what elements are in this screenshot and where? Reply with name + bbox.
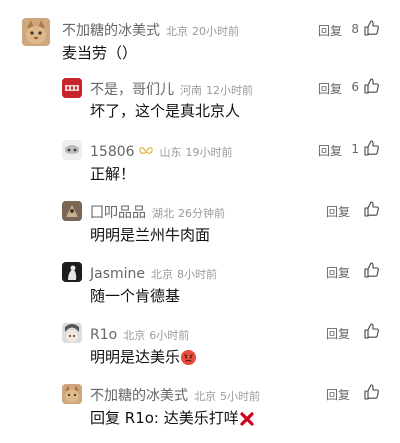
reply-button[interactable]: 回复 xyxy=(326,386,350,403)
thumbs-up-icon[interactable] xyxy=(363,323,379,339)
thumbs-up-icon[interactable] xyxy=(363,78,379,94)
comment-text[interactable]: 明明是兰州牛肉面 xyxy=(90,224,210,245)
comment-meta: 15806 山东 19小时前 xyxy=(90,141,233,160)
reply-button[interactable]: 回复 xyxy=(326,264,350,281)
timestamp: 8小时前 xyxy=(177,268,218,281)
angry-face-emoji xyxy=(180,349,197,366)
avatar[interactable] xyxy=(62,201,82,221)
cat-avatar-icon xyxy=(22,18,50,46)
location: 北京 xyxy=(166,25,188,38)
avatar[interactable] xyxy=(62,323,82,343)
username[interactable]: 15806 xyxy=(90,144,135,160)
avatar[interactable] xyxy=(22,18,50,46)
comment-text[interactable]: 回复 R1o: 达美乐打咩 xyxy=(90,407,255,428)
like-count: 6 xyxy=(351,80,359,94)
location: 北京 xyxy=(123,329,146,342)
timestamp: 12小时前 xyxy=(206,84,253,97)
avatar[interactable] xyxy=(62,140,82,160)
location: 北京 xyxy=(151,268,174,281)
username[interactable]: 不是，哥们儿 xyxy=(90,82,174,98)
thumbs-up-icon[interactable] xyxy=(363,262,379,278)
comment-text-content: 回复 R1o: 达美乐打咩 xyxy=(90,409,239,427)
comment-top: 不加糖的冰美式 北京 20小时前 麦当劳（） 回复 8 xyxy=(0,0,400,90)
location: 湖北 xyxy=(152,207,174,220)
username[interactable]: 囗叩品品 xyxy=(90,205,146,221)
comment-text[interactable]: 坏了，这个是真北京人 xyxy=(90,100,240,121)
timestamp: 20小时前 xyxy=(192,25,239,38)
avatar[interactable] xyxy=(62,262,82,282)
comment-meta: 不加糖的冰美式 北京 5小时前 xyxy=(90,385,260,405)
sketch-avatar-icon xyxy=(62,140,82,160)
comment-text[interactable]: 明明是达美乐 xyxy=(90,346,197,367)
timestamp: 6小时前 xyxy=(149,329,190,342)
butterfly-badge-icon xyxy=(138,146,153,154)
red-avatar-icon xyxy=(62,78,82,98)
comment-meta: 不是，哥们儿 河南 12小时前 xyxy=(90,79,253,99)
location: 河南 xyxy=(180,84,202,97)
username[interactable]: R1o xyxy=(90,327,117,343)
thumbs-up-icon[interactable] xyxy=(363,20,379,36)
reply-button[interactable]: 回复 xyxy=(326,203,350,220)
location: 北京 xyxy=(194,390,216,403)
comment-meta: 不加糖的冰美式 北京 20小时前 xyxy=(62,20,239,40)
reply-button[interactable]: 回复 xyxy=(326,325,350,342)
location: 山东 xyxy=(159,146,182,159)
timestamp: 19小时前 xyxy=(185,146,233,159)
username[interactable]: Jasmine xyxy=(90,266,145,282)
comment-text[interactable]: 随一个肯德基 xyxy=(90,285,180,306)
comment-meta: R1o 北京 6小时前 xyxy=(90,324,189,343)
cat-avatar-icon xyxy=(62,384,82,404)
timestamp: 5小时前 xyxy=(220,390,260,403)
username[interactable]: 不加糖的冰美式 xyxy=(90,388,188,404)
avatar[interactable] xyxy=(62,78,82,98)
like-count: 8 xyxy=(351,22,359,36)
thumbs-up-icon[interactable] xyxy=(363,140,379,156)
thumbs-up-icon[interactable] xyxy=(363,201,379,217)
like-count: 1 xyxy=(351,142,359,156)
comment-meta: Jasmine 北京 8小时前 xyxy=(90,263,217,282)
red-cross-emoji xyxy=(240,411,254,426)
comment-text-content: 明明是达美乐 xyxy=(90,348,181,366)
comment-meta: 囗叩品品 湖北 26分钟前 xyxy=(90,202,225,222)
comment-text[interactable]: 正解！ xyxy=(90,163,135,184)
timestamp: 26分钟前 xyxy=(178,207,225,220)
thumbs-up-icon[interactable] xyxy=(363,384,379,400)
avatar[interactable] xyxy=(62,384,82,404)
comment-text[interactable]: 麦当劳（） xyxy=(62,42,137,63)
username[interactable]: 不加糖的冰美式 xyxy=(62,23,160,39)
anime-avatar-icon xyxy=(62,323,82,343)
photo-avatar-icon xyxy=(62,201,82,221)
dark-avatar-icon xyxy=(62,262,82,282)
